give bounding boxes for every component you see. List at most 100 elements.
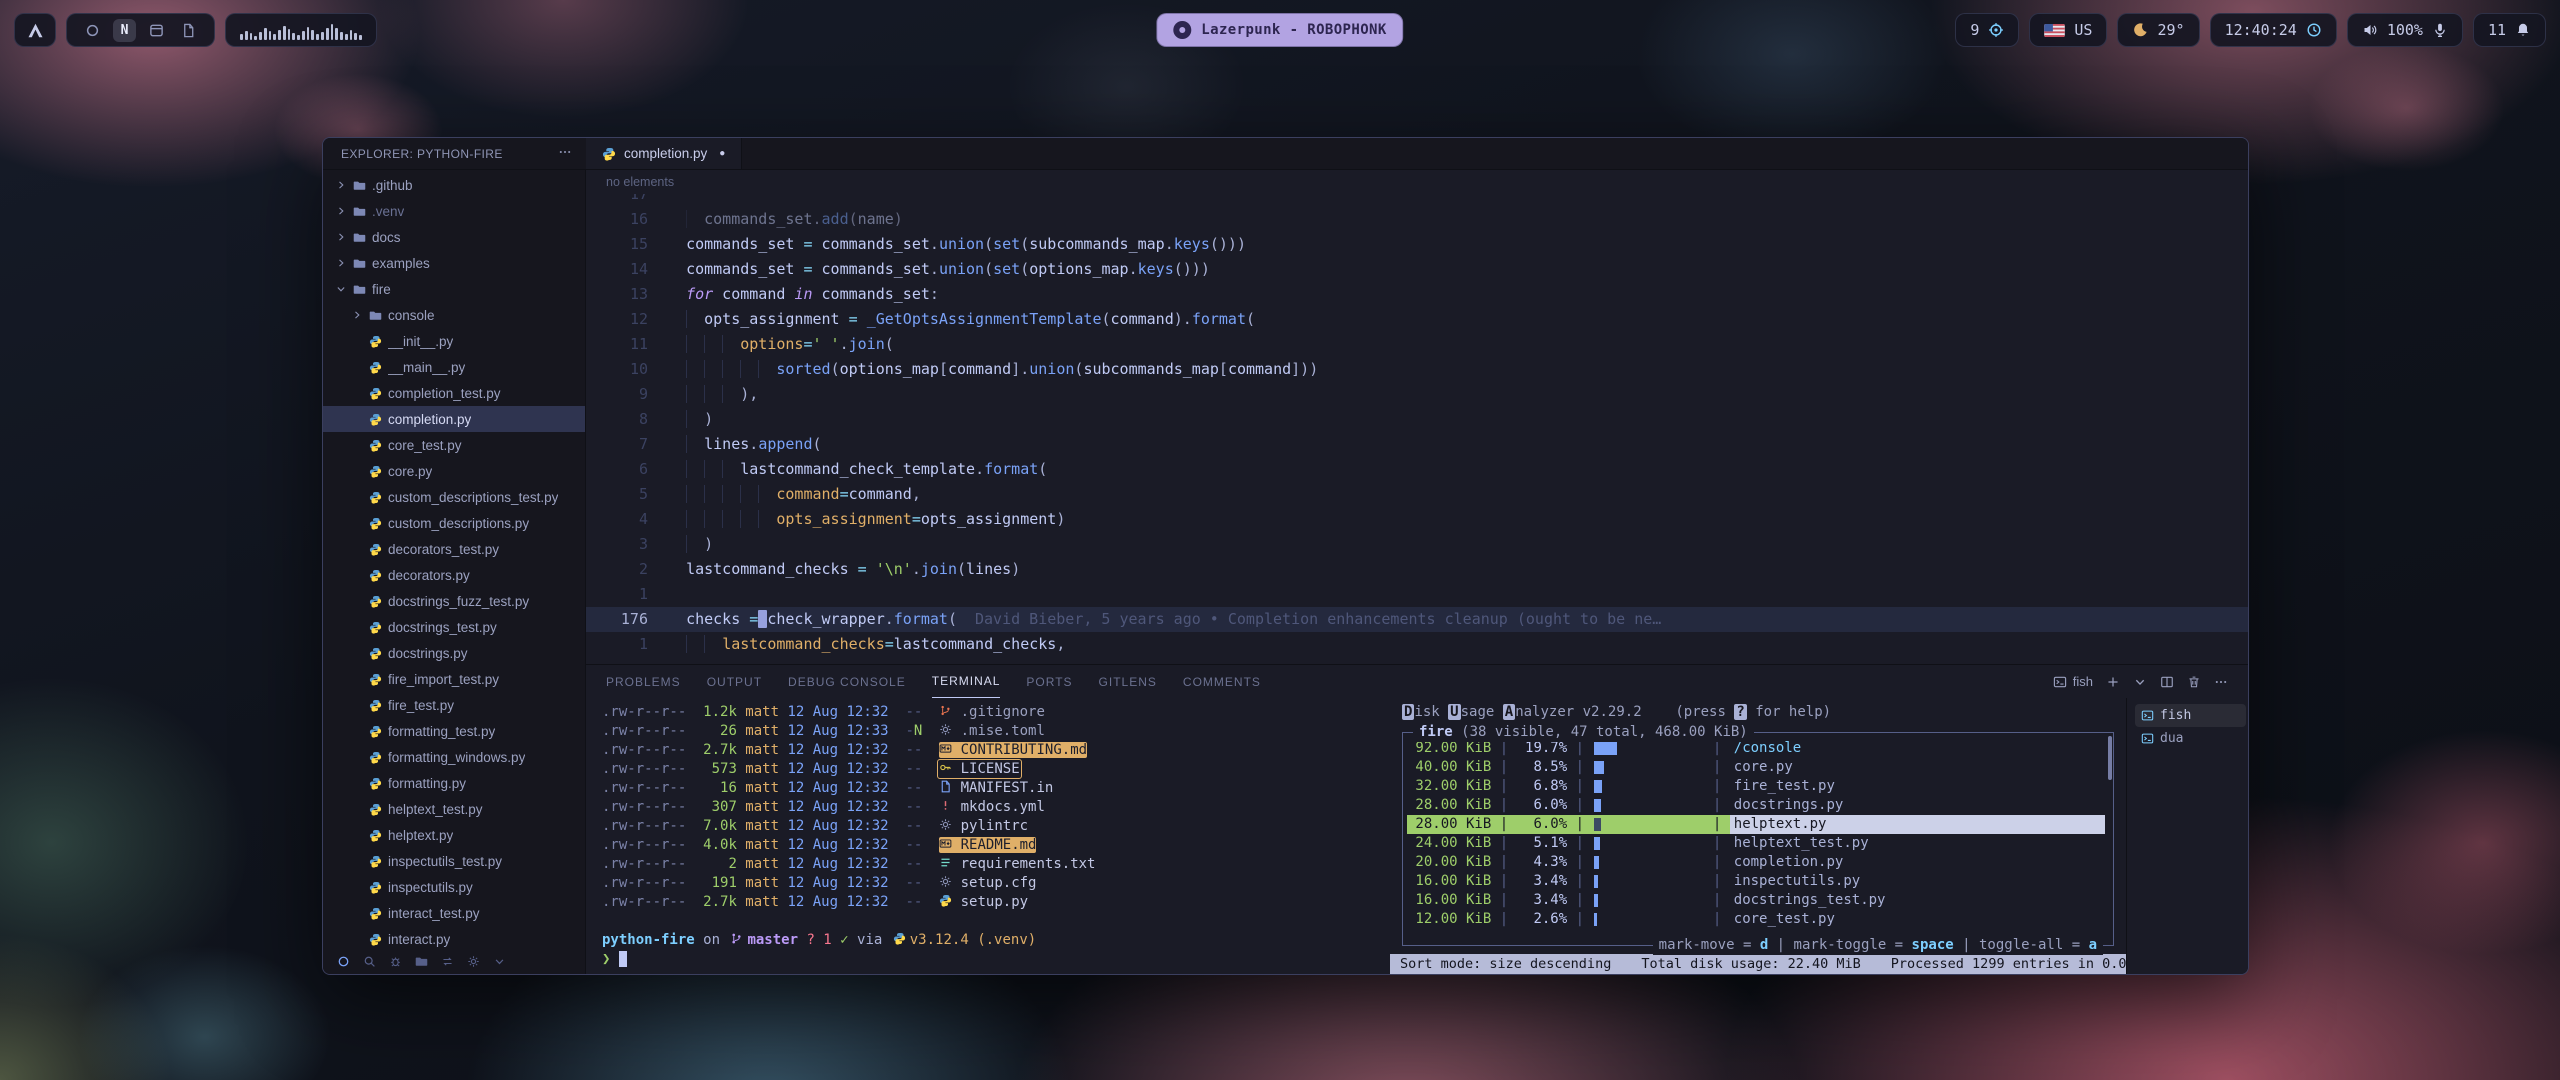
tree-item-docs[interactable]: docs — [323, 224, 585, 250]
panel-tab-output[interactable]: OUTPUT — [707, 665, 762, 698]
panel-tab-debug-console[interactable]: DEBUG CONSOLE — [788, 665, 906, 698]
tree-item-interact_test.py[interactable]: interact_test.py — [323, 900, 585, 926]
tree-item-.github[interactable]: .github — [323, 172, 585, 198]
panel-tab-comments[interactable]: COMMENTS — [1183, 665, 1261, 698]
terminal-prompt[interactable]: python-fire on master ? 1 ✓ via v3.12.4 … — [602, 931, 1390, 950]
tree-item-inspectutils_test.py[interactable]: inspectutils_test.py — [323, 848, 585, 874]
tree-item-fire[interactable]: fire — [323, 276, 585, 302]
tree-item-examples[interactable]: examples — [323, 250, 585, 276]
dua-entry[interactable]: 16.00 KiB | 3.4% | | docstrings_test.py — [1407, 891, 2105, 910]
tree-item-formatting.py[interactable]: formatting.py — [323, 770, 585, 796]
panel-tab-gitlens[interactable]: GITLENS — [1099, 665, 1157, 698]
code-line[interactable]: 8 ) — [586, 407, 2248, 432]
terminal-dropdown-button[interactable] — [2133, 675, 2147, 689]
updates-widget[interactable]: 9 — [1955, 13, 2019, 47]
tree-item-formatting_test.py[interactable]: formatting_test.py — [323, 718, 585, 744]
code-line[interactable]: 15 commands_set = commands_set.union(set… — [586, 232, 2248, 257]
dua-entry[interactable]: 12.00 KiB | 2.6% | | core_test.py — [1407, 910, 2105, 929]
code-line[interactable]: 9 ), — [586, 382, 2248, 407]
swap-button[interactable] — [441, 955, 454, 968]
code-line[interactable]: 17 """ — [586, 194, 2248, 207]
tree-item-helptext_test.py[interactable]: helptext_test.py — [323, 796, 585, 822]
tree-item-fire_import_test.py[interactable]: fire_import_test.py — [323, 666, 585, 692]
workspace-item-1[interactable] — [81, 19, 104, 42]
audio-widget[interactable]: 100% — [2347, 13, 2463, 47]
terminal-tab-fish[interactable]: fish — [2135, 704, 2246, 727]
tree-item-docstrings.py[interactable]: docstrings.py — [323, 640, 585, 666]
code-line[interactable]: 2 lastcommand_checks = '\n'.join(lines) — [586, 557, 2248, 582]
code-editor[interactable]: 17 """16 commands_set.add(name)15 comman… — [586, 194, 2248, 664]
code-line[interactable]: 12 opts_assignment = _GetOptsAssignmentT… — [586, 307, 2248, 332]
workspace-item-4[interactable] — [177, 19, 200, 42]
tree-item-__init__.py[interactable]: __init__.py — [323, 328, 585, 354]
disk-usage-pane[interactable]: Disk Usage Analyzer v2.29.2 (press ? for… — [1390, 698, 2126, 974]
tree-item-__main__.py[interactable]: __main__.py — [323, 354, 585, 380]
tree-item-docstrings_fuzz_test.py[interactable]: docstrings_fuzz_test.py — [323, 588, 585, 614]
notifications-widget[interactable]: 11 — [2473, 13, 2546, 47]
panel-tab-problems[interactable]: PROBLEMS — [606, 665, 681, 698]
workspace-item-3[interactable] — [145, 19, 168, 42]
weather-widget[interactable]: 29° — [2117, 13, 2199, 47]
tree-item-formatting_windows.py[interactable]: formatting_windows.py — [323, 744, 585, 770]
tree-item-completion_test.py[interactable]: completion_test.py — [323, 380, 585, 406]
code-line[interactable]: 5 command=command, — [586, 482, 2248, 507]
tree-item-custom_descriptions_test.py[interactable]: custom_descriptions_test.py — [323, 484, 585, 510]
search-button[interactable] — [363, 955, 376, 968]
ring-button[interactable] — [337, 955, 350, 968]
new-terminal-button[interactable] — [2106, 675, 2120, 689]
dua-entry[interactable]: 40.00 KiB | 8.5% | | core.py — [1407, 758, 2105, 777]
tree-item-inspectutils.py[interactable]: inspectutils.py — [323, 874, 585, 900]
panel-more-actions-button[interactable] — [2214, 675, 2228, 689]
tree-item-interact.py[interactable]: interact.py — [323, 926, 585, 948]
tree-item-completion.py[interactable]: completion.py — [323, 406, 585, 432]
explorer-actions-button[interactable] — [558, 145, 572, 162]
editor-tab-completion[interactable]: completion.py ● — [586, 138, 742, 169]
split-terminal-button[interactable] — [2160, 675, 2174, 689]
dua-entry[interactable]: 28.00 KiB | 6.0% | | docstrings.py — [1407, 796, 2105, 815]
tree-item-decorators.py[interactable]: decorators.py — [323, 562, 585, 588]
code-line[interactable]: 10 sorted(options_map[command].union(sub… — [586, 357, 2248, 382]
workspace-n-badge[interactable]: N — [113, 19, 136, 42]
tree-item-.venv[interactable]: .venv — [323, 198, 585, 224]
tree-item-core.py[interactable]: core.py — [323, 458, 585, 484]
code-line[interactable]: 1 — [586, 582, 2248, 607]
kill-terminal-button[interactable] — [2187, 675, 2201, 689]
dua-entry[interactable]: 32.00 KiB | 6.8% | | fire_test.py — [1407, 777, 2105, 796]
panel-tab-terminal[interactable]: TERMINAL — [932, 665, 1001, 698]
app-launcher-button[interactable] — [14, 13, 56, 47]
terminal-tab-dua[interactable]: dua — [2135, 727, 2246, 750]
panel-tab-ports[interactable]: PORTS — [1026, 665, 1072, 698]
folder-button[interactable] — [415, 955, 428, 968]
tree-item-decorators_test.py[interactable]: decorators_test.py — [323, 536, 585, 562]
code-line-current[interactable]: 176 checks = check_wrapper.format(David … — [586, 607, 2248, 632]
code-line[interactable]: 16 commands_set.add(name) — [586, 207, 2248, 232]
tree-item-fire_test.py[interactable]: fire_test.py — [323, 692, 585, 718]
dua-entry[interactable]: 28.00 KiB | 6.0% | | helptext.py — [1407, 815, 2105, 834]
code-line[interactable]: 6 lastcommand_check_template.format( — [586, 457, 2248, 482]
clock-widget[interactable]: 12:40:24 — [2210, 13, 2337, 47]
terminal-pane[interactable]: .rw-r--r-- 1.2k matt 12 Aug 12:32 -- .gi… — [586, 698, 1390, 974]
dua-entry[interactable]: 24.00 KiB | 5.1% | | helptext_test.py — [1407, 834, 2105, 853]
code-line[interactable]: 4 opts_assignment=opts_assignment) — [586, 507, 2248, 532]
terminal-prompt[interactable]: ❯ — [602, 950, 1390, 969]
gear-button[interactable] — [467, 955, 480, 968]
code-line[interactable]: 11 options=' '.join( — [586, 332, 2248, 357]
keyboard-layout-widget[interactable]: US — [2029, 13, 2107, 47]
dua-entry[interactable]: 16.00 KiB | 3.4% | | inspectutils.py — [1407, 872, 2105, 891]
tree-item-helptext.py[interactable]: helptext.py — [323, 822, 585, 848]
breadcrumb[interactable]: no elements — [586, 170, 2248, 194]
dua-scrollbar[interactable] — [2108, 736, 2112, 780]
code-line[interactable]: 13 for command in commands_set: — [586, 282, 2248, 307]
dua-entry[interactable]: 20.00 KiB | 4.3% | | completion.py — [1407, 853, 2105, 872]
tree-item-console[interactable]: console — [323, 302, 585, 328]
code-line[interactable]: 1 lastcommand_checks=lastcommand_checks, — [586, 632, 2248, 657]
terminal-profile-button[interactable]: fish — [2053, 674, 2093, 689]
system-monitor-graph[interactable] — [225, 13, 377, 47]
tree-item-core_test.py[interactable]: core_test.py — [323, 432, 585, 458]
code-line[interactable]: 14 commands_set = commands_set.union(set… — [586, 257, 2248, 282]
code-line[interactable]: 7 lines.append( — [586, 432, 2248, 457]
chevd-button[interactable] — [493, 955, 506, 968]
tree-item-custom_descriptions.py[interactable]: custom_descriptions.py — [323, 510, 585, 536]
modified-indicator[interactable]: ● — [719, 148, 725, 159]
bug-button[interactable] — [389, 955, 402, 968]
